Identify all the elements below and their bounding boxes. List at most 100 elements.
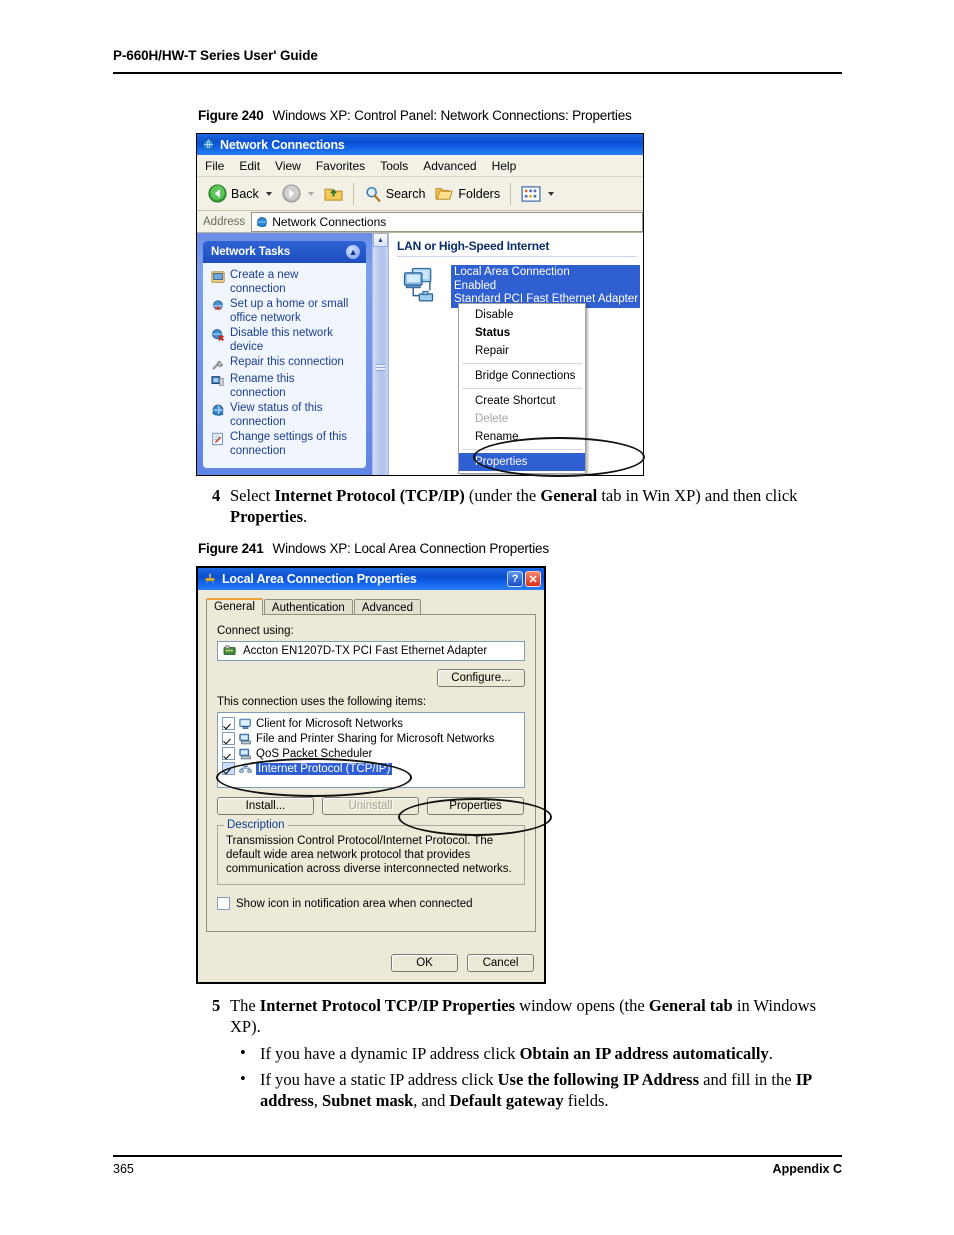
up-button[interactable] (319, 184, 348, 203)
repair-wrench-icon (211, 357, 225, 371)
address-value: Network Connections (272, 214, 387, 229)
bullet-marker: • (240, 1043, 246, 1062)
sidebar-label: View status of this connection (230, 402, 323, 428)
chevron-up-icon[interactable]: ▲ (346, 245, 360, 259)
close-icon[interactable]: ✕ (525, 571, 541, 587)
context-menu-item-repair[interactable]: Repair (459, 342, 585, 360)
show-icon-checkbox[interactable] (217, 897, 230, 910)
menu-view[interactable]: View (275, 159, 301, 173)
figure-240-text: Windows XP: Control Panel: Network Conne… (272, 108, 632, 123)
t: Use the following IP Address (497, 1070, 700, 1089)
cancel-button[interactable]: Cancel (467, 954, 534, 972)
t: General tab (648, 996, 733, 1015)
configure-button[interactable]: Configure... (437, 669, 525, 687)
context-menu: Disable Status Repair Bridge Connections… (458, 303, 586, 474)
address-input[interactable]: Network Connections (251, 211, 643, 232)
t: General (540, 486, 598, 505)
context-menu-item-status[interactable]: Status (459, 324, 585, 342)
bullet-item-dynamic-ip: • If you have a dynamic IP address click… (240, 1043, 850, 1064)
list-item[interactable]: Internet Protocol (TCP/IP) (221, 761, 521, 776)
menu-tools[interactable]: Tools (380, 159, 408, 173)
connection-item[interactable]: Local Area Connection Enabled Standard P… (397, 265, 643, 308)
vertical-scrollbar[interactable]: ▲ (372, 233, 389, 475)
page-header: P-660H/HW-T Series User' Guide (113, 48, 318, 63)
list-item-label: Client for Microsoft Networks (256, 717, 403, 730)
list-item[interactable]: Client for Microsoft Networks (221, 716, 521, 731)
t: The (230, 996, 260, 1015)
folders-icon (435, 185, 454, 202)
menu-file[interactable]: File (205, 159, 224, 173)
back-arrow-icon (208, 184, 227, 203)
sidebar-item-view-status[interactable]: View status of this connection (211, 402, 360, 429)
properties-button[interactable]: Properties (427, 797, 524, 815)
sidebar-item-repair-connection[interactable]: Repair this connection (211, 356, 360, 371)
header-rule (113, 72, 842, 74)
change-settings-icon (211, 432, 225, 446)
checkbox-icon[interactable] (222, 747, 235, 760)
forward-button[interactable] (277, 183, 319, 204)
menu-edit[interactable]: Edit (239, 159, 260, 173)
sidebar-item-setup-home-network[interactable]: Set up a home or small office network (211, 298, 360, 325)
list-item-label: Internet Protocol (TCP/IP) (256, 762, 393, 775)
scroll-up-arrow-icon[interactable]: ▲ (373, 233, 388, 247)
lac-properties-icon (203, 572, 217, 586)
install-button[interactable]: Install... (217, 797, 314, 815)
help-button[interactable]: ? (507, 571, 523, 587)
list-item[interactable]: File and Printer Sharing for Microsoft N… (221, 731, 521, 746)
search-icon (364, 185, 382, 203)
tab-general[interactable]: General (206, 598, 263, 615)
sidebar-item-disable-device[interactable]: Disable this network device (211, 327, 360, 354)
scrollbar-grip (376, 364, 385, 371)
sidebar-label: Set up a home or small office network (230, 298, 349, 324)
sidebar-item-change-settings[interactable]: Change settings of this connection (211, 431, 360, 458)
menu-help[interactable]: Help (492, 159, 517, 173)
t: Internet Protocol (TCP/IP) (274, 486, 465, 505)
back-dropdown-icon[interactable] (265, 191, 272, 196)
description-text: Transmission Control Protocol/Internet P… (226, 835, 512, 875)
page-number: 365 (113, 1162, 134, 1176)
context-menu-item-bridge-connections[interactable]: Bridge Connections (459, 367, 585, 385)
address-bar: Address Network Connections (197, 211, 643, 233)
step-4: 4 Select Internet Protocol (TCP/IP) (und… (212, 485, 844, 527)
folders-button[interactable]: Folders (430, 184, 505, 203)
context-menu-item-create-shortcut[interactable]: Create Shortcut (459, 392, 585, 410)
menu-advanced[interactable]: Advanced (423, 159, 476, 173)
t: . (768, 1044, 773, 1063)
t: tab in Win XP) and then click (597, 486, 798, 505)
t: and fill in the (699, 1070, 796, 1089)
back-button[interactable]: Back (203, 183, 277, 204)
sidebar-item-create-connection[interactable]: Create a new connection (211, 269, 360, 296)
context-menu-item-properties[interactable]: Properties (459, 453, 585, 471)
sidebar-item-rename-connection[interactable]: Rename this connection (211, 373, 360, 400)
window-title-text: Network Connections (220, 137, 345, 152)
context-menu-item-rename[interactable]: Rename (459, 428, 585, 446)
step-5-text: The Internet Protocol TCP/IP Properties … (230, 995, 850, 1037)
ok-button[interactable]: OK (391, 954, 458, 972)
network-tasks-list: Create a new connection Set up a home or… (203, 263, 366, 468)
components-list[interactable]: Client for Microsoft Networks File and P… (217, 712, 525, 788)
forward-dropdown-icon[interactable] (307, 191, 314, 196)
checkbox-icon[interactable] (222, 717, 235, 730)
step-5-number: 5 (212, 996, 221, 1015)
views-button[interactable] (516, 185, 559, 203)
figure-241-caption: Figure 241 Windows XP: Local Area Connect… (198, 541, 549, 556)
scrollbar-thumb[interactable] (373, 247, 388, 475)
list-item-label: File and Printer Sharing for Microsoft N… (256, 732, 495, 745)
sidebar-label: Rename this connection (230, 373, 295, 399)
checkbox-icon[interactable] (222, 762, 235, 775)
appendix-label: Appendix C (772, 1162, 842, 1176)
network-connections-icon (202, 138, 215, 151)
checkbox-icon[interactable] (222, 732, 235, 745)
t: If you have a dynamic IP address click (260, 1044, 520, 1063)
tab-strip: General Authentication Advanced (206, 596, 536, 616)
network-tasks-title: Network Tasks (211, 246, 291, 258)
context-menu-separator (462, 363, 582, 364)
list-item[interactable]: QoS Packet Scheduler (221, 746, 521, 761)
menu-favorites[interactable]: Favorites (316, 159, 365, 173)
search-button[interactable]: Search (359, 184, 431, 204)
step-5: 5 The Internet Protocol TCP/IP Propertie… (212, 995, 850, 1037)
views-dropdown-icon[interactable] (548, 191, 555, 196)
context-menu-item-disable[interactable]: Disable (459, 306, 585, 324)
sidebar-label: Change settings of this connection (230, 431, 347, 457)
lac-properties-dialog: Local Area Connection Properties ? ✕ Gen… (196, 566, 546, 984)
